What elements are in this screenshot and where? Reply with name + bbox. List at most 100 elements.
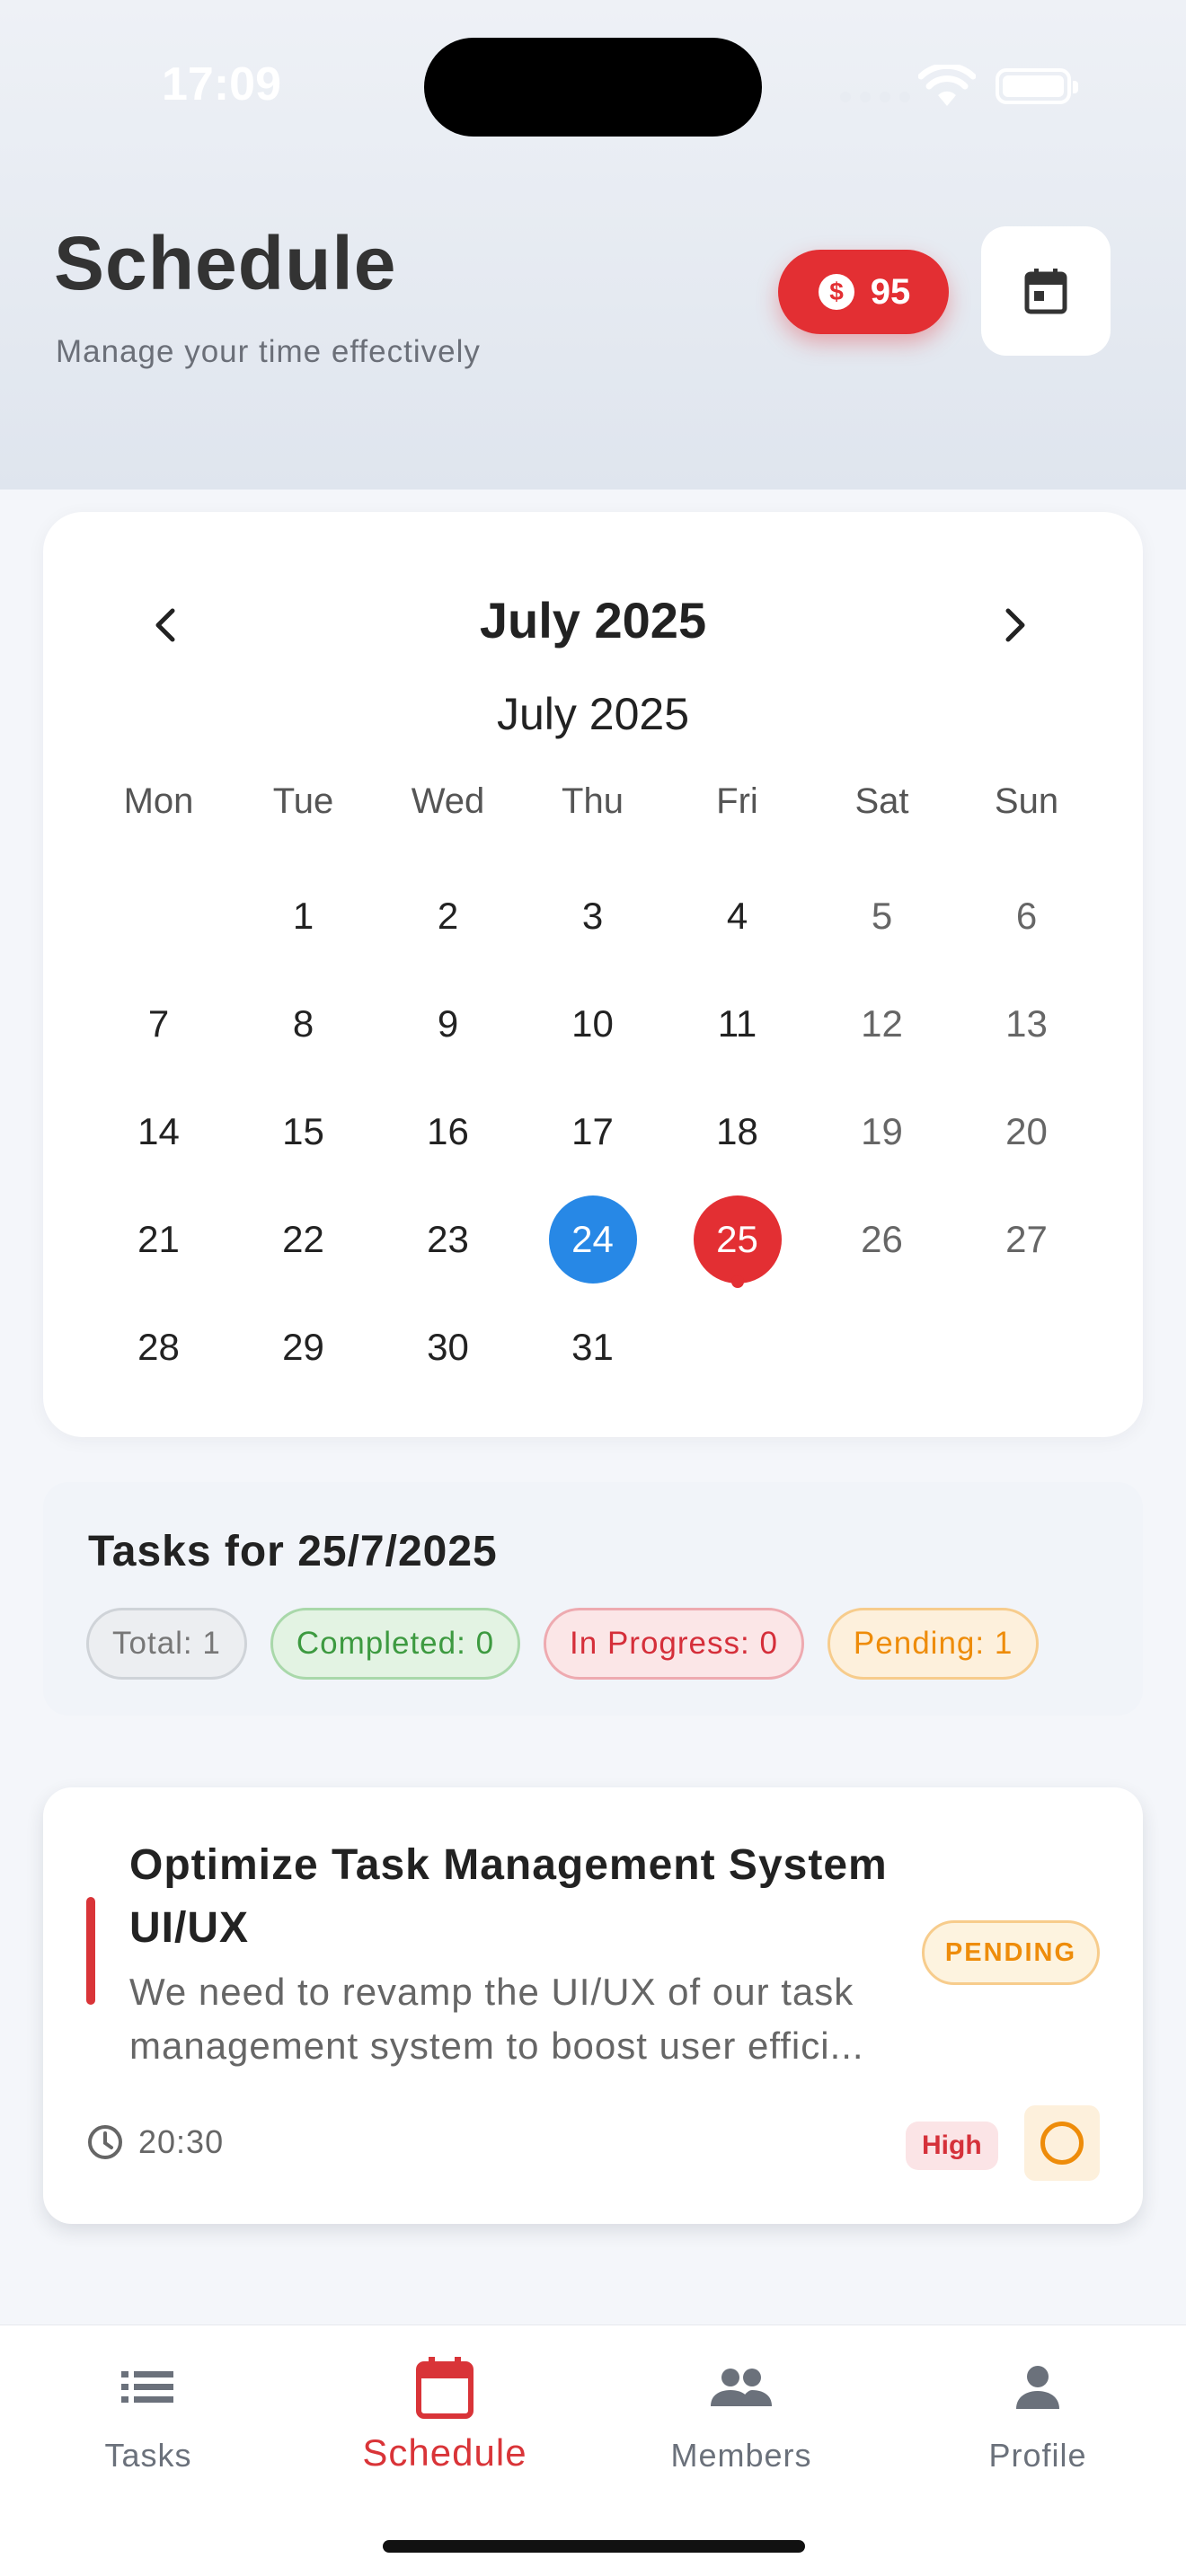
status-time: 17:09 [162,58,281,110]
day-cell[interactable]: 24 [520,1186,665,1293]
day-number: 11 [717,1002,757,1045]
day-cell[interactable]: 13 [954,970,1099,1078]
dollar-coin-icon: $ [818,274,854,310]
day-number: 22 [282,1218,324,1260]
day-cell[interactable]: 4 [665,862,810,970]
day-cell[interactable]: 22 [231,1186,376,1293]
header: 17:09 Schedule Manage your time effectiv… [0,0,1186,490]
weekday-row: Mon Tue Wed Thu Fri Sat Sun [86,781,1100,822]
weekday-label: Sun [994,781,1059,821]
task-time-row: 20:30 [86,2123,224,2161]
calendar-card: July 2025 July 2025 Mon Tue Wed Thu Fri … [43,512,1143,1437]
battery-icon [996,68,1078,104]
nav-tasks[interactable]: Tasks [0,2349,296,2501]
day-cell[interactable]: 20 [954,1078,1099,1186]
total-chip[interactable]: Total: 1 [86,1608,247,1680]
day-cell[interactable]: 2 [376,862,520,970]
day-cell[interactable]: 3 [520,862,665,970]
previous-month-button[interactable] [133,593,198,657]
nav-label: Profile [988,2437,1087,2474]
task-title: Optimize Task Management System UI/UX [129,1841,888,1952]
nav-label: Schedule [362,2431,527,2474]
chevron-left-icon [155,608,175,642]
day-cell[interactable]: 30 [376,1293,520,1401]
day-cell[interactable]: 15 [231,1078,376,1186]
day-cell[interactable]: 18 [665,1078,810,1186]
day-number: 10 [571,1002,614,1045]
day-number: 7 [147,1002,170,1045]
chevron-right-icon [1005,608,1025,642]
in-progress-chip[interactable]: In Progress: 0 [544,1608,804,1680]
day-cell[interactable]: 16 [376,1078,520,1186]
pending-chip[interactable]: Pending: 1 [827,1608,1040,1680]
bottom-nav: Tasks Schedule Members Profile [0,2325,1186,2576]
day-cell[interactable]: 5 [810,862,954,970]
weekday-label: Sat [854,781,909,821]
day-cell[interactable]: 28 [86,1293,231,1401]
points-value: 95 [870,271,911,312]
day-number: 12 [861,1002,903,1045]
completed-chip[interactable]: Completed: 0 [270,1608,521,1680]
day-cell[interactable]: 6 [954,862,1099,970]
day-number: 1 [292,895,314,937]
day-cell[interactable]: 12 [810,970,954,1078]
circle-icon [1040,2122,1084,2165]
list-icon [121,2371,173,2403]
day-cell[interactable]: 8 [231,970,376,1078]
today-day: 24 [548,1195,637,1284]
page-title: Schedule [54,221,397,305]
day-cell[interactable]: 17 [520,1078,665,1186]
calendar-month-subtitle: July 2025 [496,689,690,739]
calendar-month-title: July 2025 [479,592,707,648]
day-number: 9 [437,1002,459,1045]
day-cell[interactable]: 10 [520,970,665,1078]
signal-icon [840,92,910,102]
day-number: 15 [282,1110,324,1152]
tasks-summary: Tasks for 25/7/2025 Total: 1 Completed: … [43,1482,1143,1716]
day-number: 23 [427,1218,469,1260]
task-card[interactable]: Optimize Task Management System UI/UX PE… [43,1787,1143,2224]
priority-badge: High [906,2122,998,2170]
weekday-label: Fri [716,781,758,821]
nav-schedule[interactable]: Schedule [296,2349,593,2501]
day-cell[interactable]: 25 [665,1186,810,1293]
day-cell[interactable]: 23 [376,1186,520,1293]
day-grid: 1 2 3 4 5 6 7 8 9 10 11 12 13 14 15 16 17 18 19 20 21 22 23 24 2… [86,862,1100,1401]
next-month-button[interactable] [983,593,1048,657]
day-cell[interactable]: 26 [810,1186,954,1293]
calendar-button[interactable] [981,226,1111,356]
day-cell[interactable]: 29 [231,1293,376,1401]
nav-label: Members [670,2437,812,2474]
nav-members[interactable]: Members [593,2349,890,2501]
day-cell[interactable]: 19 [810,1078,954,1186]
day-cell[interactable]: 9 [376,970,520,1078]
day-cell[interactable]: 14 [86,1078,231,1186]
day-cell[interactable]: 11 [665,970,810,1078]
calendar-icon [416,2357,474,2419]
svg-text:$: $ [829,278,844,305]
day-cell[interactable]: 7 [86,970,231,1078]
points-badge[interactable]: $ 95 [778,250,949,334]
status-toggle-button[interactable] [1024,2105,1100,2181]
day-number: 13 [1005,1002,1048,1045]
day-cell-empty [86,862,231,970]
tasks-heading: Tasks for 25/7/2025 [88,1528,498,1575]
wifi-icon [918,65,976,106]
home-indicator [383,2540,805,2553]
day-number: 17 [571,1110,614,1152]
day-number: 29 [282,1326,324,1368]
page-subtitle: Manage your time effectively [56,334,481,369]
day-number: 14 [137,1110,180,1152]
nav-profile[interactable]: Profile [890,2349,1186,2501]
day-cell[interactable]: 31 [520,1293,665,1401]
day-number: 31 [571,1326,614,1368]
status-badge: PENDING [922,1920,1100,1985]
day-number: 26 [861,1218,903,1260]
day-cell[interactable]: 1 [231,862,376,970]
day-cell[interactable]: 27 [954,1186,1099,1293]
day-number: 8 [292,1002,314,1045]
day-cell[interactable]: 21 [86,1186,231,1293]
day-number: 18 [716,1110,758,1152]
task-description: We need to revamp the UI/UX of our task … [129,1971,864,2067]
day-number: 2 [437,895,459,937]
